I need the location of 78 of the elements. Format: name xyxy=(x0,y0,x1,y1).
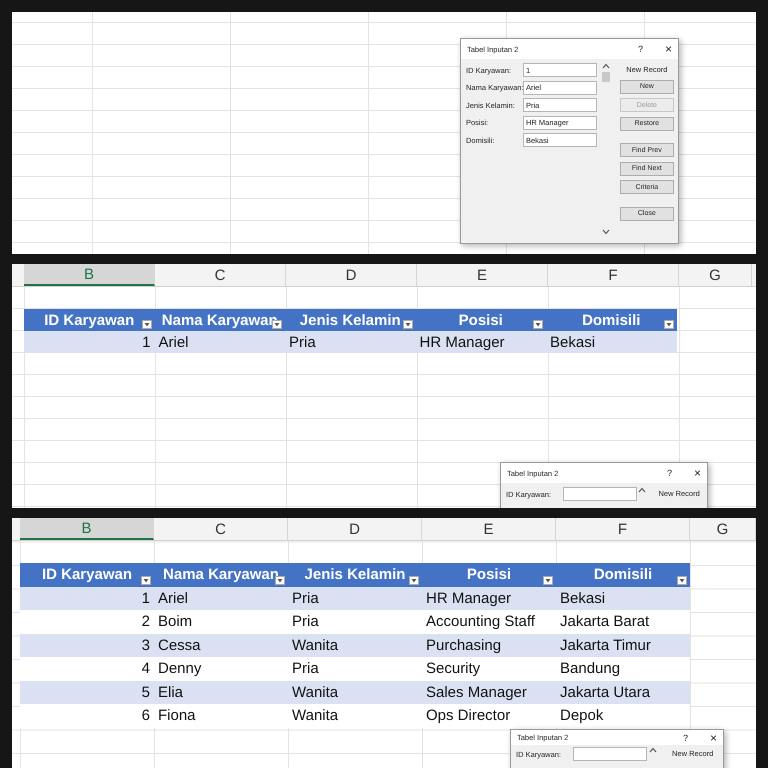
table-cell: Elia xyxy=(154,680,288,704)
column-header[interactable]: D xyxy=(288,518,422,540)
input-field[interactable] xyxy=(563,487,637,501)
column-header[interactable]: D xyxy=(286,264,417,286)
table-cell: Fiona xyxy=(154,704,288,728)
table-cell: Cessa xyxy=(154,634,288,657)
table-cell: Pria xyxy=(288,610,422,634)
close-button[interactable]: × xyxy=(694,466,701,480)
filter-dropdown-icon[interactable] xyxy=(664,320,674,329)
table-cell: Wanita xyxy=(288,634,422,657)
header-cell: ID Karyawan xyxy=(20,563,154,586)
table-cell: Ariel xyxy=(154,331,285,353)
column-header[interactable]: B xyxy=(24,264,155,286)
column-header[interactable]: F xyxy=(556,518,690,540)
header-cell: Posisi xyxy=(416,309,546,331)
filter-dropdown-icon[interactable] xyxy=(543,576,553,584)
header-cell: ID Karyawan xyxy=(24,309,154,331)
help-button[interactable]: ? xyxy=(638,44,643,54)
header-cell: Jenis Kelamin xyxy=(288,563,422,586)
column-header[interactable]: E xyxy=(417,264,548,286)
table-cell: 5 xyxy=(20,680,154,704)
filter-dropdown-icon[interactable] xyxy=(141,576,151,584)
help-button[interactable]: ? xyxy=(666,468,672,478)
column-header[interactable]: F xyxy=(548,264,679,286)
table-cell: 3 xyxy=(20,634,154,657)
filter-dropdown-icon[interactable] xyxy=(142,320,152,329)
scroll-thumb[interactable] xyxy=(602,72,610,82)
close-button[interactable]: × xyxy=(710,730,717,744)
table-cell: 1 xyxy=(24,331,154,353)
table-cell: HR Manager xyxy=(416,331,546,353)
scroll-up-icon[interactable] xyxy=(602,63,610,69)
table-cell: Pria xyxy=(288,586,422,610)
table-cell: 4 xyxy=(20,657,154,680)
table-cell: 6 xyxy=(20,704,154,728)
table-cell: Pria xyxy=(288,657,422,680)
table-cell: Ariel xyxy=(154,586,288,610)
table-cell: Purchasing xyxy=(422,634,556,657)
header-cell: Domisili xyxy=(556,563,690,586)
table-cell: Security xyxy=(422,657,556,680)
column-header[interactable]: C xyxy=(154,518,288,540)
filter-dropdown-icon[interactable] xyxy=(402,320,412,329)
table-cell: Depok xyxy=(556,704,690,728)
scroll-down-icon[interactable] xyxy=(602,229,610,235)
table-cell: Jakarta Utara xyxy=(556,680,690,704)
table-cell: Wanita xyxy=(288,680,422,704)
table-cell: Wanita xyxy=(288,704,422,728)
header-cell: Posisi xyxy=(422,563,556,586)
header-cell: Jenis Kelamin xyxy=(285,309,416,331)
table-cell: Bekasi xyxy=(546,331,676,353)
table-cell: 2 xyxy=(20,610,154,634)
close-button[interactable]: × xyxy=(664,42,672,56)
input-field[interactable] xyxy=(573,747,647,761)
table-cell: Denny xyxy=(154,657,288,680)
table-cell: Boim xyxy=(154,610,288,634)
help-button[interactable]: ? xyxy=(682,732,688,742)
column-header[interactable]: G xyxy=(690,518,756,540)
header-cell: Nama Karyawan xyxy=(154,309,285,331)
column-header[interactable]: E xyxy=(422,518,556,540)
header-cell: Nama Karyawan xyxy=(154,563,288,586)
column-header[interactable]: G xyxy=(679,264,752,286)
filter-dropdown-icon[interactable] xyxy=(409,576,419,584)
column-header[interactable]: C xyxy=(155,264,286,286)
table-cell: 1 xyxy=(20,586,154,610)
filter-dropdown-icon[interactable] xyxy=(677,576,687,584)
column-header[interactable]: B xyxy=(20,518,154,540)
header-cell: Domisili xyxy=(546,309,676,331)
table-cell: Jakarta Barat xyxy=(556,610,690,634)
scroll-up-icon[interactable] xyxy=(638,487,646,493)
table-cell: Sales Manager xyxy=(422,680,556,704)
table-cell: HR Manager xyxy=(422,586,556,610)
table-cell: Accounting Staff xyxy=(422,610,556,634)
scroll-up-icon[interactable] xyxy=(648,747,657,753)
table-cell: Pria xyxy=(285,331,416,353)
table-cell: Jakarta Timur xyxy=(556,634,690,657)
table-cell: Bekasi xyxy=(556,586,690,610)
filter-dropdown-icon[interactable] xyxy=(533,320,543,329)
table-cell: Bandung xyxy=(556,657,690,680)
table-cell: Ops Director xyxy=(422,704,556,728)
